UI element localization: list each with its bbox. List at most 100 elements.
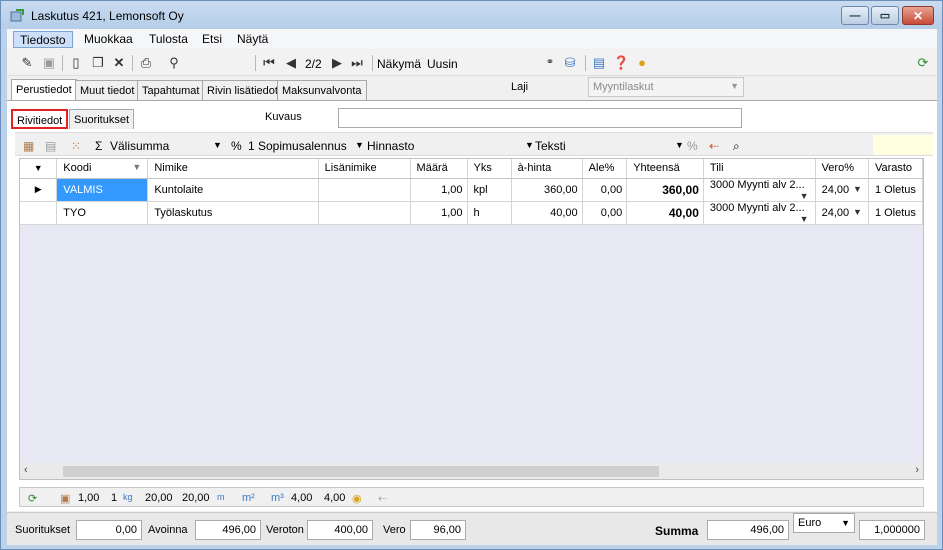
first-record-icon[interactable]: ⏮ xyxy=(261,55,277,71)
total-volume: 4,00 xyxy=(291,492,313,504)
kuvaus-input[interactable] xyxy=(338,108,742,128)
cell-lisanimike[interactable] xyxy=(318,178,411,202)
tab-tapahtumat[interactable]: Tapahtumat xyxy=(137,80,205,100)
menu-tiedosto[interactable]: Tiedosto xyxy=(13,31,73,48)
pricelist-select[interactable]: Hinnasto xyxy=(367,139,414,153)
cell-ahinta[interactable]: 40,00 xyxy=(511,201,583,225)
rows-icon[interactable]: ▦ xyxy=(23,139,34,153)
column-ale[interactable]: Ale% xyxy=(582,159,628,179)
chevron-down-icon[interactable]: ▼ xyxy=(853,207,862,217)
view-select[interactable]: Uusin xyxy=(427,57,458,71)
next-record-icon[interactable]: ▶ xyxy=(329,55,345,71)
cell-ale[interactable]: 0,00 xyxy=(582,178,628,202)
tab-perustiedot[interactable]: Perustiedot xyxy=(11,79,77,101)
help-icon[interactable]: ❓ xyxy=(613,55,629,71)
scroll-left-icon[interactable]: ‹ xyxy=(24,464,28,476)
previous-record-icon[interactable]: ◀ xyxy=(283,55,299,71)
text-select[interactable]: Teksti xyxy=(535,139,566,153)
remove-row-icon[interactable]: ⇠ xyxy=(709,139,719,153)
edit-icon[interactable]: ✎ xyxy=(19,55,35,71)
table-row[interactable]: ▶ VALMIS Kuntolaite 1,00 kpl 360,00 0,00… xyxy=(20,178,923,202)
maximize-button[interactable]: ▭ xyxy=(871,6,899,25)
menu-muokkaa[interactable]: Muokkaa xyxy=(78,31,139,48)
discount-select[interactable]: 1 Sopimusalennus xyxy=(248,139,347,153)
chevron-down-icon[interactable]: ▼ xyxy=(525,140,534,150)
cell-vero[interactable]: 24,00 ▼ xyxy=(815,178,869,202)
filter-icon[interactable]: ▼ xyxy=(20,159,58,179)
save-icon[interactable]: ▣ xyxy=(41,55,57,71)
column-varasto[interactable]: Varasto xyxy=(868,159,923,179)
column-koodi[interactable]: Koodi ▼ xyxy=(56,159,149,179)
cell-maara[interactable]: 1,00 xyxy=(410,201,468,225)
column-tili[interactable]: Tili xyxy=(703,159,816,179)
cell-yks[interactable]: h xyxy=(467,201,512,225)
chevron-down-icon[interactable]: ▼ xyxy=(213,140,222,150)
menu-etsi[interactable]: Etsi xyxy=(196,31,228,48)
scroll-thumb[interactable] xyxy=(63,466,659,477)
delete-icon[interactable]: ✕ xyxy=(111,55,127,71)
cell-vero[interactable]: 24,00 ▼ xyxy=(815,201,869,225)
minimize-button[interactable]: — xyxy=(841,6,869,25)
avoinna-label: Avoinna xyxy=(148,524,188,536)
column-lisanimike[interactable]: Lisänimike xyxy=(318,159,411,179)
tab-maksunvalvonta[interactable]: Maksunvalvonta xyxy=(277,80,367,100)
cell-nimike[interactable]: Kuntolaite xyxy=(147,178,319,202)
dots-grid-icon[interactable]: ⁙ xyxy=(71,139,81,153)
tab-muut-tiedot[interactable]: Muut tiedot xyxy=(75,80,140,100)
tab-suoritukset[interactable]: Suoritukset xyxy=(69,109,135,129)
binoculars-icon[interactable]: ⚲ xyxy=(166,55,182,71)
close-button[interactable]: ✕ xyxy=(902,6,934,25)
chevron-down-icon[interactable]: ▼ xyxy=(675,140,684,150)
cell-maara[interactable]: 1,00 xyxy=(410,178,468,202)
column-nimike[interactable]: Nimike xyxy=(147,159,319,179)
tab-rivitiedot[interactable]: Rivitiedot xyxy=(11,109,69,129)
horizontal-scrollbar[interactable]: ‹ › xyxy=(19,463,924,480)
cell-tili[interactable]: 3000 Myynti alv 2... ▼ xyxy=(703,201,816,225)
currency-select[interactable]: Euro ▼ xyxy=(793,513,855,533)
scroll-right-icon[interactable]: › xyxy=(915,464,919,476)
chevron-down-icon[interactable]: ▼ xyxy=(800,214,809,224)
refresh-icon[interactable]: ⟳ xyxy=(28,492,37,505)
cell-varasto[interactable]: 1 Oletus xyxy=(868,201,923,225)
search-icon[interactable]: ⌕ xyxy=(733,139,740,154)
title-bar[interactable]: Laskutus 421, Lemonsoft Oy — ▭ ✕ xyxy=(1,1,942,29)
menu-tulosta[interactable]: Tulosta xyxy=(143,31,194,48)
column-vero[interactable]: Vero% xyxy=(815,159,869,179)
rows-copy-icon[interactable]: ▤ xyxy=(45,139,56,153)
copy-icon[interactable]: ❐ xyxy=(90,55,106,71)
cell-varasto[interactable]: 1 Oletus xyxy=(868,178,923,202)
link-icon[interactable]: ⚭ xyxy=(542,55,558,71)
cell-ahinta[interactable]: 360,00 xyxy=(511,178,583,202)
tab-rivin-lisatiedot[interactable]: Rivin lisätiedot xyxy=(202,80,283,100)
exchange-rate-field[interactable]: 1,000000 xyxy=(859,520,925,540)
last-record-icon[interactable]: ⏭ xyxy=(349,55,365,71)
chevron-down-icon[interactable]: ▼ xyxy=(853,184,862,194)
lemon-icon[interactable]: ● xyxy=(634,55,650,71)
table-row[interactable]: TYO Työlaskutus 1,00 h 40,00 0,00 40,00 … xyxy=(20,201,923,225)
cell-koodi[interactable]: VALMIS xyxy=(56,178,149,202)
percent-icon[interactable]: % xyxy=(231,139,242,153)
column-yhteensa[interactable]: Yhteensä xyxy=(626,159,704,179)
menu-nayta[interactable]: Näytä xyxy=(231,31,274,48)
subtotal-select[interactable]: Välisumma xyxy=(110,139,169,153)
refresh-icon[interactable]: ⟳ xyxy=(915,55,931,71)
new-document-icon[interactable]: ▯ xyxy=(68,55,84,71)
grid-toolbar: ▦ ▤ ⁙ Σ Välisumma ▼ % 1 Sopimusalennus ▼… xyxy=(15,132,933,156)
weight-icon: kg xyxy=(123,492,133,502)
cell-koodi[interactable]: TYO xyxy=(56,201,149,225)
cell-ale[interactable]: 0,00 xyxy=(582,201,628,225)
database-icon[interactable]: ⛁ xyxy=(562,55,578,71)
sigma-icon[interactable]: Σ xyxy=(95,139,102,153)
cell-lisanimike[interactable] xyxy=(318,201,411,225)
chevron-down-icon[interactable]: ▼ xyxy=(355,140,364,150)
column-maara[interactable]: Määrä xyxy=(410,159,468,179)
coins-icon: ◉ xyxy=(352,493,362,505)
column-ahinta[interactable]: à-hinta xyxy=(511,159,583,179)
cell-nimike[interactable]: Työlaskutus xyxy=(147,201,319,225)
chevron-down-icon[interactable]: ▼ xyxy=(800,191,809,201)
cell-yks[interactable]: kpl xyxy=(467,178,512,202)
column-yks[interactable]: Yks xyxy=(467,159,512,179)
cell-tili[interactable]: 3000 Myynti alv 2... ▼ xyxy=(703,178,816,202)
document-icon[interactable]: ▤ xyxy=(591,55,607,71)
print-icon[interactable]: ⎙ xyxy=(138,55,154,71)
